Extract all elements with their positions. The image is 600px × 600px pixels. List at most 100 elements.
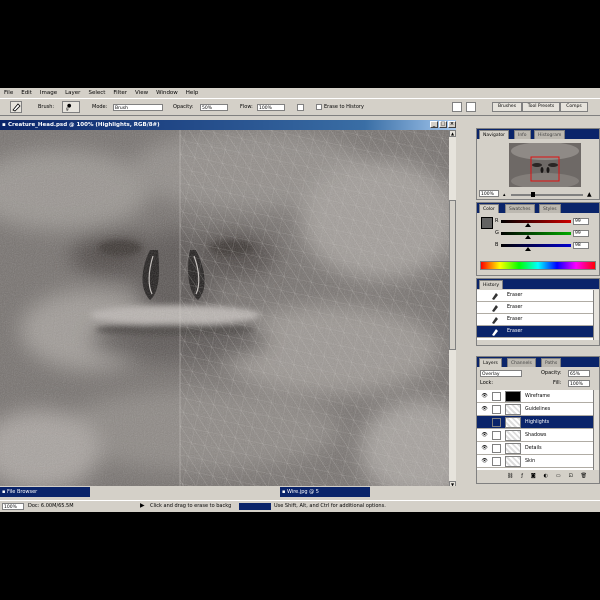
menu-help[interactable]: Help xyxy=(182,90,203,96)
menu-view[interactable]: View xyxy=(131,90,152,96)
history-state[interactable]: Eraser xyxy=(477,302,593,314)
history-state[interactable]: Eraser xyxy=(477,326,593,338)
tab-history[interactable]: History xyxy=(479,280,504,289)
tool-preset-picker[interactable] xyxy=(10,101,22,113)
history-list: Eraser Eraser Eraser Eraser xyxy=(477,290,593,340)
layer-brush-icon[interactable] xyxy=(492,392,501,401)
menu-filter[interactable]: Filter xyxy=(109,90,131,96)
zoom-out-icon[interactable]: ▴ xyxy=(503,192,506,198)
tab-styles[interactable]: Styles xyxy=(539,204,561,213)
status-zoom-field[interactable]: 100% xyxy=(2,503,24,510)
layer-brush-icon[interactable] xyxy=(492,457,501,466)
eye-icon[interactable]: 👁 xyxy=(480,444,489,453)
link-icon[interactable]: ⛓ xyxy=(507,473,513,481)
tab-navigator[interactable]: Navigator xyxy=(479,130,510,139)
layer-row[interactable]: 👁 Details xyxy=(477,442,593,455)
tab-paths[interactable]: Paths xyxy=(541,358,562,367)
mode-select[interactable]: Brush xyxy=(113,104,163,111)
menu-image[interactable]: Image xyxy=(36,90,61,96)
menu-layer[interactable]: Layer xyxy=(61,90,84,96)
document-titlebar[interactable]: ▪ Creature_Head.psd @ 100% (Highlights, … xyxy=(0,120,456,130)
menu-edit[interactable]: Edit xyxy=(17,90,36,96)
navigator-thumbnail[interactable] xyxy=(509,143,581,187)
flow-field[interactable]: 100% xyxy=(257,104,285,111)
layers-scrollbar[interactable] xyxy=(593,390,599,470)
new-group-icon[interactable]: ▭ xyxy=(556,473,561,481)
vertical-scrollbar[interactable]: ▲ ▼ xyxy=(449,130,456,488)
layer-brush-icon[interactable] xyxy=(492,444,501,453)
color-slider-b[interactable] xyxy=(501,244,571,251)
tab-layers[interactable]: Layers xyxy=(479,358,502,367)
mode-label: Mode: xyxy=(92,104,108,110)
color-value-g[interactable]: 99 xyxy=(573,230,589,237)
opacity-field[interactable]: 50% xyxy=(200,104,228,111)
menu-window[interactable]: Window xyxy=(152,90,182,96)
navigator-preview-image xyxy=(509,143,581,187)
minimized-wire-doc[interactable]: ▪ Wire.jpg @ 5 xyxy=(280,487,370,497)
well-tab-comps[interactable]: Comps xyxy=(560,102,588,112)
eraser-history-icon xyxy=(491,328,499,336)
layer-brush-icon[interactable] xyxy=(492,431,501,440)
layer-row[interactable]: 👁 Shadows xyxy=(477,429,593,442)
history-state[interactable]: Eraser xyxy=(477,314,593,326)
color-slider-thumb[interactable] xyxy=(525,223,532,227)
trash-icon[interactable]: 🗑 xyxy=(581,473,587,481)
history-scrollbar[interactable] xyxy=(593,290,599,340)
zoom-slider-thumb[interactable] xyxy=(531,192,535,197)
airbrush-toggle[interactable] xyxy=(297,104,304,111)
color-slider-thumb[interactable] xyxy=(525,235,532,239)
eye-icon[interactable] xyxy=(480,418,489,427)
color-slider-g[interactable] xyxy=(501,232,571,239)
well-tab-brushes[interactable]: Brushes xyxy=(492,102,522,112)
navigator-zoom-field[interactable]: 100% xyxy=(479,190,499,197)
minimized-file-browser[interactable]: ▪ File Browser xyxy=(0,487,90,497)
folder-icon[interactable] xyxy=(466,102,476,112)
tab-swatches[interactable]: Swatches xyxy=(505,204,535,213)
blend-mode-select[interactable]: Overlay xyxy=(480,370,522,377)
layer-row[interactable]: 👁 Guidelines xyxy=(477,403,593,416)
layer-row[interactable]: Highlights xyxy=(477,416,593,429)
minimize-button[interactable]: _ xyxy=(430,121,438,128)
color-spectrum-bar[interactable] xyxy=(480,261,596,270)
vertical-scroll-thumb[interactable] xyxy=(449,200,456,350)
color-slider-r[interactable] xyxy=(501,220,571,227)
layer-brush-icon[interactable] xyxy=(492,418,501,427)
maximize-button[interactable]: □ xyxy=(439,121,447,128)
tab-info[interactable]: Info xyxy=(514,130,531,139)
color-value-r[interactable]: 99 xyxy=(573,218,589,225)
layer-row[interactable]: 👁 Wireframe xyxy=(477,390,593,403)
new-layer-icon[interactable]: ⊡ xyxy=(569,473,573,481)
close-button[interactable]: × xyxy=(448,121,456,128)
menu-select[interactable]: Select xyxy=(84,90,109,96)
tab-color[interactable]: Color xyxy=(479,204,499,213)
document-window: ▪ Creature_Head.psd @ 100% (Highlights, … xyxy=(0,120,456,498)
history-state[interactable]: Eraser xyxy=(477,290,593,302)
eye-icon[interactable]: 👁 xyxy=(480,457,489,466)
adjustment-layer-icon[interactable]: ◐ xyxy=(544,473,548,481)
eye-icon[interactable]: 👁 xyxy=(480,392,489,401)
file-icon[interactable] xyxy=(452,102,462,112)
fill-field[interactable]: 100% xyxy=(568,380,590,387)
status-arrow-icon[interactable]: ▶ xyxy=(140,502,145,510)
tab-channels[interactable]: Channels xyxy=(507,358,536,367)
image-canvas[interactable] xyxy=(0,130,449,488)
eye-icon[interactable]: 👁 xyxy=(480,431,489,440)
color-value-b[interactable]: 98 xyxy=(573,242,589,249)
brush-picker[interactable]: ● 9 xyxy=(62,101,80,113)
layer-mask-icon[interactable]: ◙ xyxy=(531,473,536,481)
layer-opacity-field[interactable]: 65% xyxy=(568,370,590,377)
color-slider-thumb[interactable] xyxy=(524,247,531,251)
foreground-color-swatch[interactable] xyxy=(481,217,493,229)
well-tab-tool-presets[interactable]: Tool Presets xyxy=(522,102,560,112)
tab-histogram[interactable]: Histogram xyxy=(534,130,566,139)
zoom-slider[interactable] xyxy=(511,192,583,197)
zoom-in-icon[interactable]: ▲ xyxy=(587,191,592,198)
layer-brush-icon[interactable] xyxy=(492,405,501,414)
layer-row[interactable]: 👁 Skin xyxy=(477,455,593,468)
scroll-up-arrow-icon[interactable]: ▲ xyxy=(449,130,456,137)
eye-icon[interactable]: 👁 xyxy=(480,405,489,414)
menu-file[interactable]: File xyxy=(0,90,17,96)
erase-to-history-checkbox[interactable] xyxy=(316,104,322,110)
layer-style-icon[interactable]: ƒ xyxy=(521,473,523,481)
mode-value: Brush xyxy=(115,106,128,111)
